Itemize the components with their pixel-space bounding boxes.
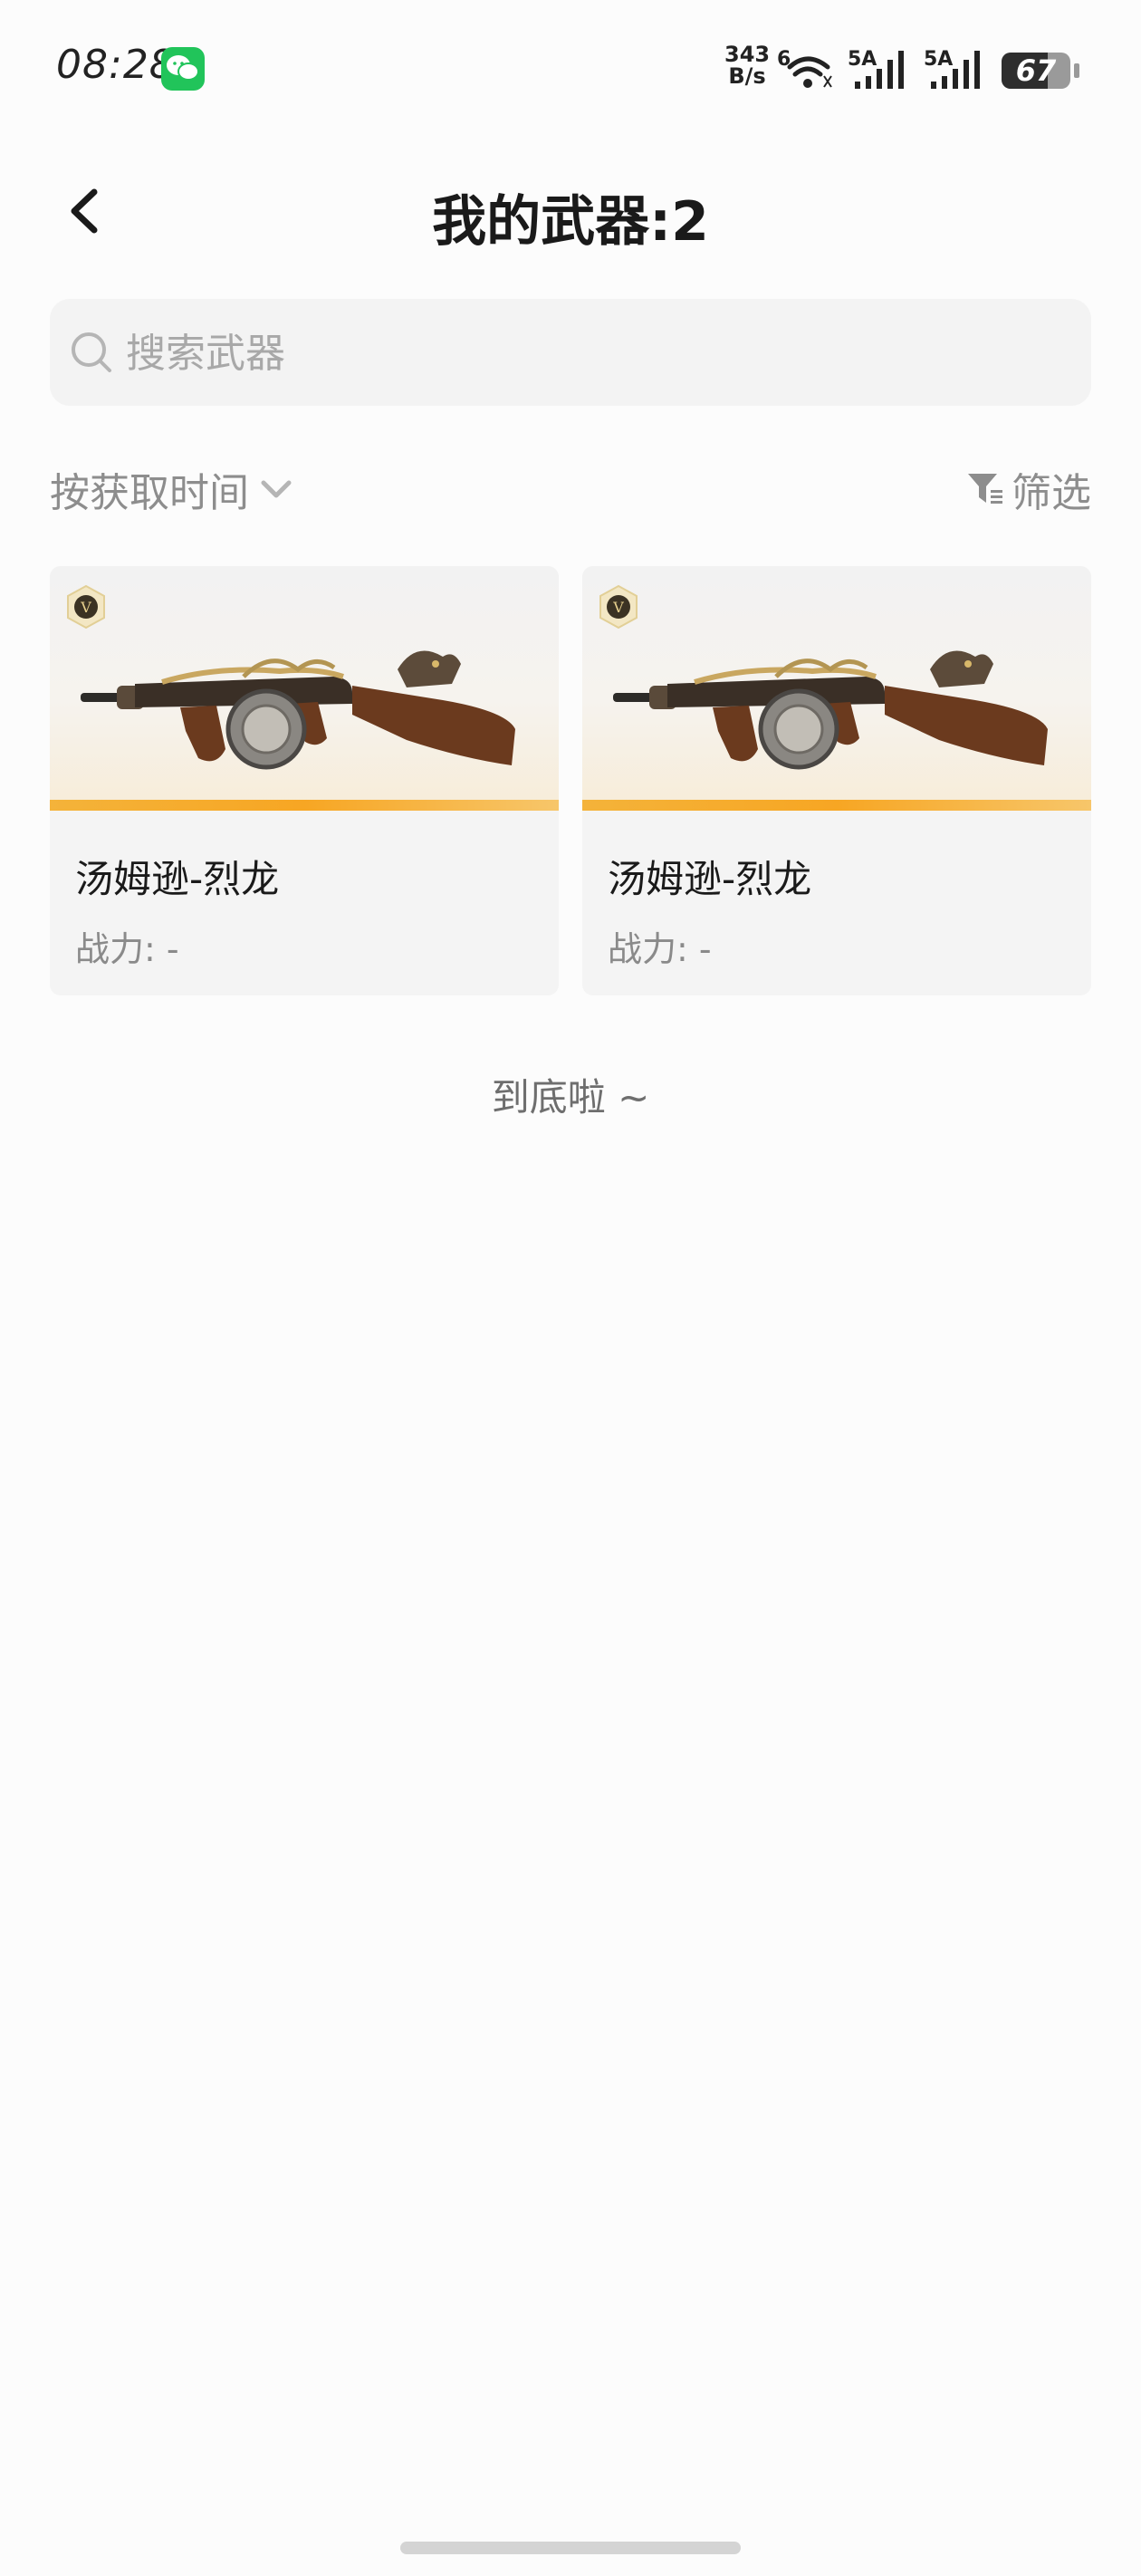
- filter-label: 筛选: [1012, 470, 1091, 516]
- sort-filter-row: 按获取时间 筛选: [50, 453, 1091, 525]
- weapon-name: 汤姆逊-烈龙: [608, 857, 812, 901]
- page-header: 我的武器:2: [0, 163, 1141, 254]
- list-end-text: 到底啦 ~: [491, 1075, 650, 1120]
- weapon-card[interactable]: V 汤姆逊-烈龙 战力: -: [582, 566, 1091, 995]
- weapon-card[interactable]: V 汤姆逊-烈龙 战力: -: [50, 566, 559, 995]
- filter-icon: [968, 474, 1002, 504]
- net-speed-value: 343: [724, 42, 771, 67]
- tommy-gun-icon: [81, 650, 515, 770]
- chevron-down-icon: [261, 480, 292, 498]
- signal1-label: 5A: [848, 48, 877, 71]
- weapon-power: 战力: -: [608, 929, 712, 969]
- search-icon: [72, 332, 111, 372]
- home-indicator[interactable]: [400, 2542, 741, 2554]
- wechat-icon: [161, 47, 205, 91]
- status-time: 08:28: [56, 42, 176, 88]
- tommy-gun-icon: [613, 650, 1048, 770]
- status-bar: 08:28 343 B/s 6 5A 5A 67: [0, 0, 1141, 136]
- signal-icon-sim2: 5A: [924, 47, 989, 96]
- weapon-name: 汤姆逊-烈龙: [75, 857, 280, 901]
- net-speed-unit: B/s: [728, 63, 766, 89]
- signal-icon-sim1: 5A: [848, 47, 913, 96]
- rarity-bar: [582, 800, 1091, 811]
- wifi-icon: 6: [777, 47, 835, 96]
- battery-tip: [1074, 63, 1079, 78]
- search-bar[interactable]: [50, 299, 1091, 406]
- page-title: 我的武器:2: [432, 190, 709, 254]
- weapon-image: V: [50, 566, 559, 811]
- signal2-label: 5A: [924, 48, 953, 71]
- filter-button[interactable]: 筛选: [966, 460, 1091, 518]
- sort-dropdown[interactable]: 按获取时间: [50, 460, 294, 518]
- search-input[interactable]: [124, 317, 1033, 389]
- weapon-power: 战力: -: [75, 929, 179, 969]
- sort-label: 按获取时间: [50, 470, 249, 516]
- net-speed: 343 B/s: [724, 43, 770, 87]
- weapon-image: V: [582, 566, 1091, 811]
- battery-icon: 67: [1002, 53, 1070, 89]
- rarity-bar: [50, 800, 559, 811]
- battery-level: 67: [1015, 53, 1057, 88]
